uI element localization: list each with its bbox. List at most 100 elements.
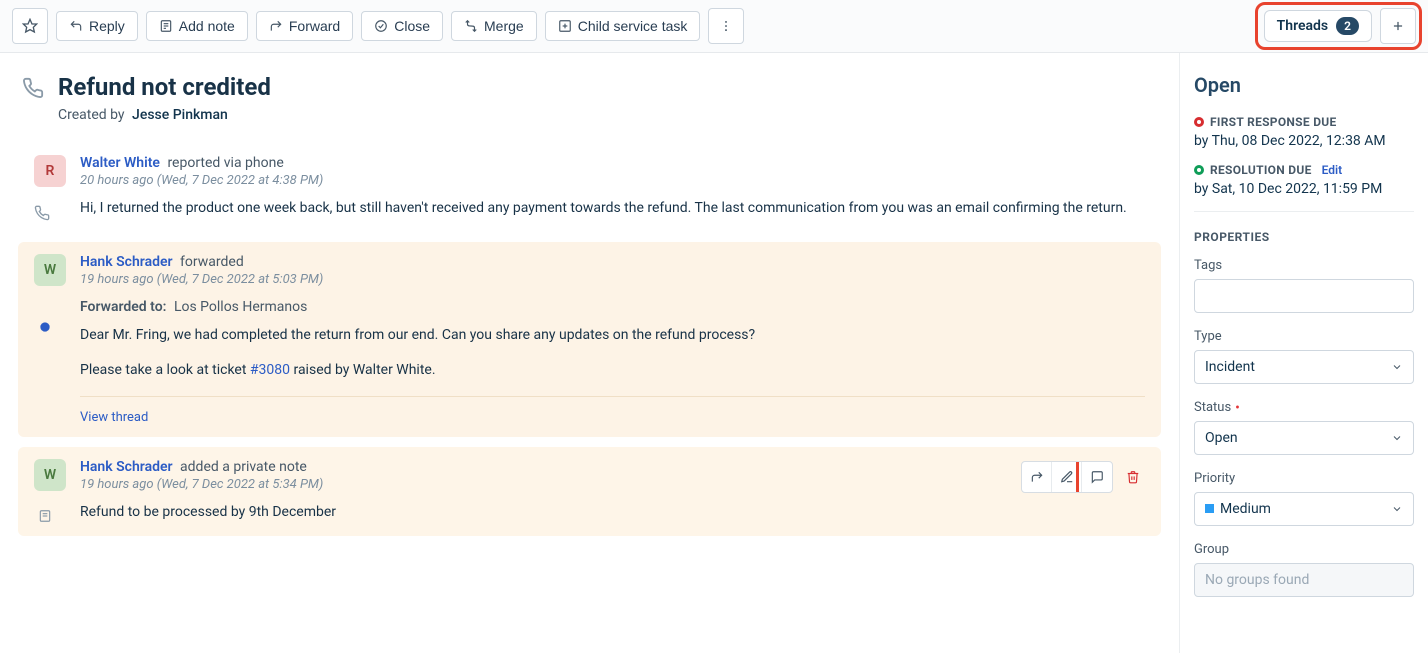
forwarded-to-value: Los Pollos Hermanos bbox=[174, 299, 307, 315]
add-thread-button[interactable] bbox=[1380, 8, 1416, 44]
thread-indicator-icon bbox=[38, 320, 52, 334]
note-icon bbox=[159, 19, 173, 33]
status-select[interactable]: Open bbox=[1194, 421, 1414, 455]
note-delete-action[interactable] bbox=[1119, 462, 1147, 492]
star-icon bbox=[22, 18, 38, 34]
star-button[interactable] bbox=[12, 8, 48, 44]
message-author[interactable]: Hank Schrader bbox=[80, 254, 173, 270]
message-meta: 19 hours ago (Wed, 7 Dec 2022 at 5:03 PM… bbox=[80, 272, 1145, 287]
avatar: W bbox=[34, 459, 66, 491]
phone-channel-icon bbox=[34, 205, 50, 221]
edit-icon bbox=[1060, 470, 1074, 484]
resolution-due-row: RESOLUTION DUE Edit bbox=[1194, 163, 1414, 177]
status-label: Status • bbox=[1194, 400, 1414, 415]
priority-value: Medium bbox=[1205, 501, 1271, 517]
note-forward-action[interactable] bbox=[1022, 462, 1052, 492]
avatar: W bbox=[34, 254, 66, 286]
phone-icon bbox=[22, 77, 44, 99]
merge-icon bbox=[464, 19, 478, 33]
forward-line-1: Dear Mr. Fring, we had completed the ret… bbox=[80, 325, 1145, 347]
message-verb: reported via phone bbox=[167, 155, 283, 171]
created-by-label: Created by bbox=[58, 107, 125, 123]
priority-select[interactable]: Medium bbox=[1194, 492, 1414, 526]
avatar: R bbox=[34, 155, 66, 187]
forward-icon bbox=[269, 19, 283, 33]
note-text: Refund to be processed by 9th December bbox=[80, 502, 1145, 524]
add-note-button[interactable]: Add note bbox=[146, 11, 248, 41]
note-edit-action[interactable] bbox=[1052, 462, 1082, 492]
message-forwarded: W Hank Schrader forwarded 19 hours ago (… bbox=[18, 242, 1161, 437]
child-service-task-button[interactable]: Child service task bbox=[545, 11, 701, 41]
message-meta: 20 hours ago (Wed, 7 Dec 2022 at 4:38 PM… bbox=[80, 173, 1145, 188]
merge-button[interactable]: Merge bbox=[451, 11, 537, 41]
view-thread-link[interactable]: View thread bbox=[80, 410, 148, 425]
forward-label: Forward bbox=[289, 18, 340, 34]
avatar-letter: W bbox=[44, 467, 56, 483]
forward-icon bbox=[1030, 470, 1044, 484]
check-circle-icon bbox=[374, 19, 388, 33]
close-label: Close bbox=[394, 18, 430, 34]
message-reported: R Walter White reported via phone 20 hou… bbox=[18, 143, 1161, 232]
first-response-due-text: by Thu, 08 Dec 2022, 12:38 AM bbox=[1194, 133, 1414, 149]
group-label: Group bbox=[1194, 542, 1414, 557]
message-author[interactable]: Walter White bbox=[80, 155, 160, 171]
ticket-title: Refund not credited bbox=[58, 73, 271, 101]
properties-heading: PROPERTIES bbox=[1194, 211, 1414, 244]
creator-name: Jesse Pinkman bbox=[132, 107, 228, 123]
type-label: Type bbox=[1194, 329, 1414, 344]
resolution-edit-link[interactable]: Edit bbox=[1322, 163, 1343, 177]
reply-icon bbox=[69, 19, 83, 33]
forward-line-2: Please take a look at ticket #3080 raise… bbox=[80, 360, 1145, 382]
ticket-main: Refund not credited Created by Jesse Pin… bbox=[0, 53, 1180, 653]
forwarded-to-label: Forwarded to: bbox=[80, 299, 166, 315]
message-text: Hi, I returned the product one week back… bbox=[80, 198, 1145, 220]
ticket-created-by: Created by Jesse Pinkman bbox=[58, 107, 271, 123]
status-value: Open bbox=[1205, 430, 1238, 446]
type-value: Incident bbox=[1205, 359, 1255, 375]
reply-label: Reply bbox=[89, 18, 125, 34]
chevron-down-icon bbox=[1391, 503, 1403, 515]
message-author[interactable]: Hank Schrader bbox=[80, 459, 173, 475]
forwarded-to-row: Forwarded to: Los Pollos Hermanos bbox=[80, 299, 1145, 315]
first-response-due-row: FIRST RESPONSE DUE bbox=[1194, 115, 1414, 129]
close-button[interactable]: Close bbox=[361, 11, 443, 41]
child-task-label: Child service task bbox=[578, 18, 688, 34]
note-action-bar bbox=[1021, 461, 1147, 493]
first-response-due-label: FIRST RESPONSE DUE bbox=[1210, 115, 1337, 129]
group-placeholder: No groups found bbox=[1205, 572, 1309, 588]
group-select[interactable]: No groups found bbox=[1194, 563, 1414, 597]
resolution-due-label: RESOLUTION DUE bbox=[1210, 163, 1312, 177]
required-indicator-icon: • bbox=[1235, 403, 1240, 413]
ticket-ref-link[interactable]: #3080 bbox=[250, 362, 290, 378]
priority-color-icon bbox=[1205, 504, 1214, 513]
tags-label: Tags bbox=[1194, 258, 1414, 273]
threads-count-badge: 2 bbox=[1336, 17, 1359, 35]
note-thread-action[interactable] bbox=[1082, 462, 1112, 492]
tags-input[interactable] bbox=[1194, 279, 1414, 313]
resolution-due-text: by Sat, 10 Dec 2022, 11:59 PM bbox=[1194, 181, 1414, 197]
message-verb: added a private note bbox=[180, 459, 307, 475]
avatar-letter: W bbox=[44, 262, 56, 278]
message-meta: 19 hours ago (Wed, 7 Dec 2022 at 5:34 PM… bbox=[80, 477, 1145, 492]
message-private-note: W Hank Schrader added a private note 19 … bbox=[18, 447, 1161, 536]
child-task-icon bbox=[558, 19, 572, 33]
status-dot-green-icon bbox=[1194, 165, 1204, 175]
chevron-down-icon bbox=[1391, 361, 1403, 373]
chevron-down-icon bbox=[1391, 432, 1403, 444]
side-panel: Open FIRST RESPONSE DUE by Thu, 08 Dec 2… bbox=[1180, 53, 1428, 653]
more-button[interactable] bbox=[708, 8, 744, 44]
merge-label: Merge bbox=[484, 18, 524, 34]
more-vertical-icon bbox=[719, 19, 733, 33]
add-note-label: Add note bbox=[179, 18, 235, 34]
message-verb: forwarded bbox=[180, 254, 244, 270]
reply-button[interactable]: Reply bbox=[56, 11, 138, 41]
avatar-letter: R bbox=[46, 163, 55, 179]
ticket-status-title: Open bbox=[1194, 73, 1414, 97]
forward-button[interactable]: Forward bbox=[256, 11, 353, 41]
comment-icon bbox=[1090, 470, 1104, 484]
plus-icon bbox=[1391, 19, 1405, 33]
threads-chip[interactable]: Threads 2 bbox=[1264, 10, 1372, 42]
threads-label: Threads bbox=[1277, 18, 1328, 34]
type-select[interactable]: Incident bbox=[1194, 350, 1414, 384]
top-toolbar: Reply Add note Forward Close Merge bbox=[0, 0, 1428, 53]
